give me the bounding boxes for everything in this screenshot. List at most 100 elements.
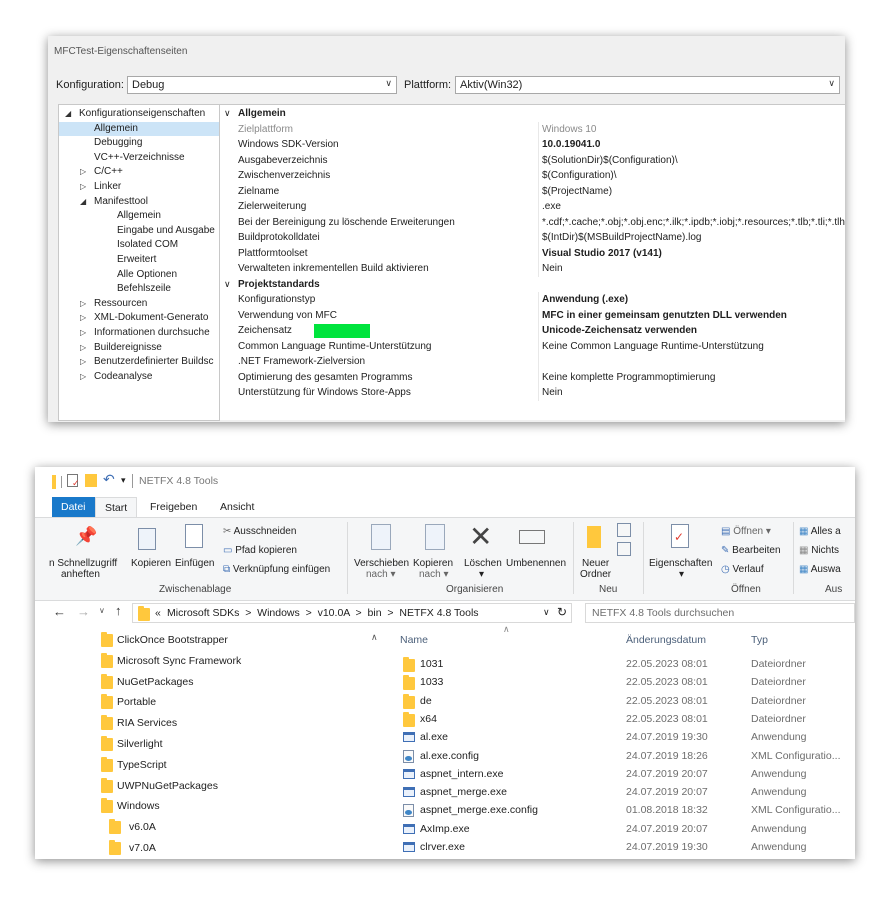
collapsed-icon[interactable]: ▷ bbox=[80, 297, 86, 312]
property-row[interactable]: Windows SDK-Version 10.0.19041.0 bbox=[220, 137, 845, 153]
tree-item[interactable]: Eingabe und Ausgabe bbox=[59, 224, 219, 239]
tree-item[interactable]: ▷ C/C++ bbox=[59, 165, 219, 180]
property-row[interactable]: Unterstützung für Windows Store-Apps Nein bbox=[220, 385, 845, 401]
tree-item[interactable]: ▷ XML-Dokument-Generato bbox=[59, 311, 219, 326]
property-value[interactable]: Unicode-Zeichensatz verwenden bbox=[538, 323, 697, 339]
property-value[interactable]: Keine komplette Programmoptimierung bbox=[538, 369, 715, 385]
tree-item[interactable]: Allgemein bbox=[59, 209, 219, 224]
new-folder-icon[interactable] bbox=[85, 474, 97, 487]
nav-item[interactable]: UWPNuGetPackages bbox=[101, 776, 365, 796]
file-row[interactable]: x64 22.05.2023 08:01 Dateiordner bbox=[383, 710, 855, 728]
copy-path-button[interactable]: ▭ Pfad kopieren bbox=[223, 545, 297, 556]
chevron-right-icon[interactable]: > bbox=[350, 607, 368, 619]
tree-item[interactable]: Allgemein bbox=[59, 121, 219, 137]
file-row[interactable]: AxImp.exe 24.07.2019 20:07 Anwendung bbox=[383, 820, 855, 838]
tree-item[interactable]: ◢ Konfigurationseigenschaften bbox=[59, 107, 219, 122]
forward-icon[interactable]: → bbox=[77, 604, 90, 619]
address-bar[interactable]: « Microsoft SDKs > Windows > v10.0A > bi… bbox=[132, 603, 572, 623]
property-row[interactable]: Zielerweiterung .exe bbox=[220, 199, 845, 215]
file-row[interactable]: aspnet_merge.exe.config 01.08.2018 18:32 X… bbox=[383, 801, 855, 819]
settings-tree[interactable]: ◢ Konfigurationseigenschaften Allgemein Deb… bbox=[58, 104, 220, 421]
easy-access-icon[interactable] bbox=[617, 542, 631, 556]
nav-item[interactable]: Windows bbox=[101, 796, 365, 816]
property-value[interactable]: Keine Common Language Runtime-Unterstütz… bbox=[538, 338, 764, 354]
tab-file[interactable]: Datei bbox=[52, 497, 95, 517]
breadcrumb-item[interactable]: bin bbox=[368, 607, 382, 619]
property-row[interactable]: Verwendung von MFC MFC in einer gemeinsam… bbox=[220, 307, 845, 323]
select-none-button[interactable]: ▦ Nichts bbox=[799, 545, 839, 556]
property-row[interactable]: Zielname $(ProjectName) bbox=[220, 183, 845, 199]
property-value[interactable]: .exe bbox=[538, 199, 561, 215]
tab-share[interactable]: Freigeben bbox=[141, 497, 206, 517]
property-row[interactable]: Buildprotokolldatei $(IntDir)$(MSBuildPro… bbox=[220, 230, 845, 246]
chevron-down-icon[interactable]: ∨ bbox=[224, 277, 231, 292]
property-value[interactable]: Nein bbox=[538, 261, 563, 277]
property-row[interactable]: Zeichensatz Unicode-Zeichensatz verwenden bbox=[220, 323, 845, 339]
breadcrumb-item[interactable]: v10.0A bbox=[318, 607, 350, 619]
configuration-combo[interactable]: Debug ∨ bbox=[127, 76, 397, 94]
up-icon[interactable]: ↑ bbox=[115, 603, 122, 618]
new-folder-button[interactable]: Neuer bbox=[582, 558, 609, 569]
new-item-icon[interactable] bbox=[617, 523, 631, 537]
history-button[interactable]: ◷ Verlauf bbox=[721, 564, 764, 575]
nav-item[interactable]: v6.0A bbox=[109, 817, 365, 837]
collapsed-icon[interactable]: ▷ bbox=[80, 165, 86, 180]
collapsed-icon[interactable]: ▷ bbox=[80, 311, 86, 326]
properties-dropdown-icon[interactable]: ▾ bbox=[679, 569, 684, 580]
tree-item[interactable]: VC++-Verzeichnisse bbox=[59, 151, 219, 166]
file-row[interactable]: aspnet_merge.exe 24.07.2019 20:07 Anwendun… bbox=[383, 783, 855, 801]
tree-item[interactable]: ◢ Manifesttool bbox=[59, 195, 219, 210]
property-value[interactable]: Visual Studio 2017 (v141) bbox=[538, 245, 662, 261]
tree-item[interactable]: Erweitert bbox=[59, 253, 219, 268]
scroll-up-icon[interactable]: ∧ bbox=[371, 632, 378, 643]
property-value[interactable]: Windows 10 bbox=[538, 121, 596, 137]
property-value[interactable]: 10.0.19041.0 bbox=[538, 137, 600, 153]
property-row[interactable]: Ausgabeverzeichnis $(SolutionDir)$(Config… bbox=[220, 152, 845, 168]
file-row[interactable]: 1033 22.05.2023 08:01 Dateiordner bbox=[383, 673, 855, 691]
property-value[interactable] bbox=[538, 354, 542, 370]
collapsed-icon[interactable]: ▷ bbox=[80, 326, 86, 341]
property-value[interactable]: $(Configuration)\ bbox=[538, 168, 616, 184]
delete-button[interactable]: Löschen bbox=[464, 558, 502, 569]
property-value[interactable]: MFC in einer gemeinsam genutzten DLL ver… bbox=[538, 307, 787, 323]
tree-item[interactable]: ▷ Codeanalyse bbox=[59, 370, 219, 385]
refresh-icon[interactable]: ↻ bbox=[557, 605, 567, 619]
file-list[interactable]: ∧ Name Änderungsdatum Typ 1031 22.05.2023… bbox=[383, 624, 855, 859]
breadcrumb-item[interactable]: Microsoft SDKs bbox=[167, 607, 239, 619]
nav-item[interactable]: NuGetPackages bbox=[101, 672, 365, 692]
property-value[interactable]: Anwendung (.exe) bbox=[538, 292, 628, 308]
chevron-down-icon[interactable]: ∨ bbox=[224, 106, 231, 121]
file-row[interactable]: al.exe.config 24.07.2019 18:26 XML Configu… bbox=[383, 747, 855, 765]
search-input[interactable]: NETFX 4.8 Tools durchsuchen bbox=[585, 603, 855, 623]
customize-qat-icon[interactable]: ▾ bbox=[121, 475, 126, 486]
nav-item[interactable]: Microsoft Sync Framework bbox=[101, 651, 365, 671]
tab-start[interactable]: Start bbox=[95, 497, 138, 518]
expanded-icon[interactable]: ◢ bbox=[80, 195, 86, 210]
property-value[interactable]: Nein bbox=[538, 385, 563, 401]
navigation-pane[interactable]: ∧ ClickOnce Bootstrapper Microsoft Sync F… bbox=[35, 629, 383, 859]
collapsed-icon[interactable]: ▷ bbox=[80, 370, 86, 385]
chevron-right-icon[interactable]: > bbox=[300, 607, 318, 619]
overflow-icon[interactable]: « bbox=[155, 607, 161, 619]
collapsed-icon[interactable]: ▷ bbox=[80, 355, 86, 370]
property-value[interactable]: $(IntDir)$(MSBuildProjectName).log bbox=[538, 230, 702, 246]
property-grid[interactable]: ∨ Allgemein Zielplattform Windows 10 Windows… bbox=[220, 104, 845, 420]
nav-item[interactable]: ClickOnce Bootstrapper bbox=[101, 630, 365, 650]
property-row[interactable]: Verwalteten inkrementellen Build aktivie… bbox=[220, 261, 845, 277]
properties-button[interactable]: Eigenschaften bbox=[649, 558, 712, 569]
tree-item[interactable]: Alle Optionen bbox=[59, 268, 219, 283]
tree-item[interactable]: ▷ Buildereignisse bbox=[59, 341, 219, 356]
property-row[interactable]: Common Language Runtime-Unterstützung Kei… bbox=[220, 338, 845, 354]
property-row[interactable]: Zielplattform Windows 10 bbox=[220, 121, 845, 137]
tree-item[interactable]: Befehlszeile bbox=[59, 282, 219, 297]
category-row[interactable]: ∨ Projektstandards bbox=[220, 277, 845, 293]
file-row[interactable]: de 22.05.2023 08:01 Dateiordner bbox=[383, 692, 855, 710]
column-header-type[interactable]: Typ bbox=[751, 634, 768, 646]
property-value[interactable]: $(SolutionDir)$(Configuration)\ bbox=[538, 152, 678, 168]
nav-item[interactable]: RIA Services bbox=[101, 713, 365, 733]
category-row[interactable]: ∨ Allgemein bbox=[220, 106, 845, 122]
tree-item[interactable]: ▷ Informationen durchsuche bbox=[59, 326, 219, 341]
open-button[interactable]: ▤ Öffnen ▾ bbox=[721, 526, 771, 537]
undo-icon[interactable]: ↶ bbox=[103, 471, 115, 488]
expanded-icon[interactable]: ◢ bbox=[65, 107, 71, 122]
